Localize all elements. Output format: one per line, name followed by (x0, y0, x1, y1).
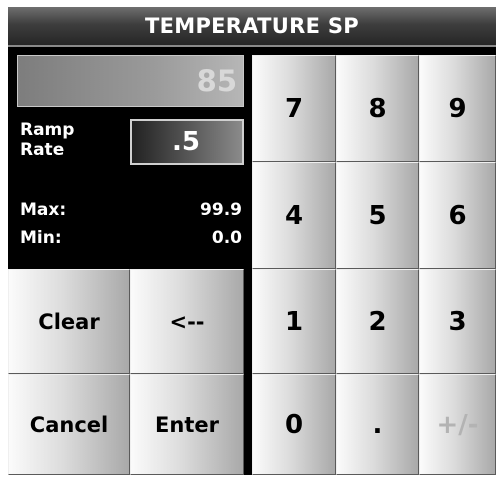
key-3-button[interactable]: 3 (419, 269, 496, 374)
backspace-button[interactable]: <-- (130, 269, 244, 374)
key-decimal-button[interactable]: . (336, 374, 419, 475)
temperature-sp-dialog: TEMPERATURE SP 85 Ramp Rate .5 Max: 99.9… (8, 7, 496, 475)
cancel-button[interactable]: Cancel (8, 374, 130, 475)
key-0-button[interactable]: 0 (252, 374, 336, 475)
key-4-button[interactable]: 4 (252, 162, 336, 269)
max-label: Max: (20, 200, 67, 220)
max-value: 99.9 (200, 200, 242, 220)
min-value: 0.0 (211, 228, 242, 248)
ramp-rate-label: Ramp Rate (20, 120, 75, 160)
clear-button[interactable]: Clear (8, 269, 130, 374)
key-9-button[interactable]: 9 (419, 55, 496, 162)
setpoint-value-display[interactable]: 85 (17, 55, 244, 107)
key-2-button[interactable]: 2 (336, 269, 419, 374)
key-7-button[interactable]: 7 (252, 55, 336, 162)
min-label: Min: (20, 228, 62, 248)
key-1-button[interactable]: 1 (252, 269, 336, 374)
key-8-button[interactable]: 8 (336, 55, 419, 162)
dialog-title: TEMPERATURE SP (8, 7, 496, 47)
ramp-rate-input[interactable]: .5 (130, 119, 244, 165)
enter-button[interactable]: Enter (130, 374, 244, 475)
key-5-button[interactable]: 5 (336, 162, 419, 269)
key-plus-minus-button[interactable]: +/- (419, 374, 496, 475)
key-6-button[interactable]: 6 (419, 162, 496, 269)
